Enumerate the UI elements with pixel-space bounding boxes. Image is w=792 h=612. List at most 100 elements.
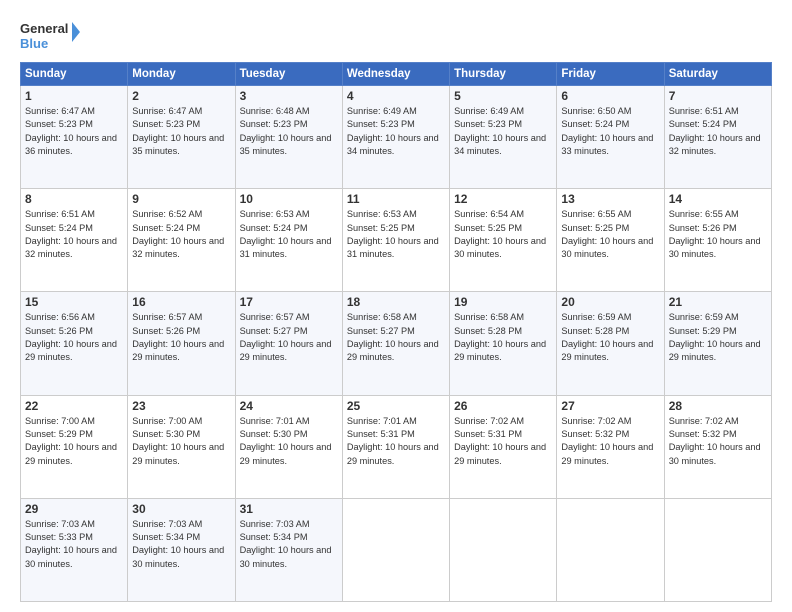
- day-number: 25: [347, 399, 445, 413]
- calendar-cell: 4Sunrise: 6:49 AMSunset: 5:23 PMDaylight…: [342, 86, 449, 189]
- day-info: Sunrise: 7:03 AMSunset: 5:34 PMDaylight:…: [240, 519, 332, 569]
- calendar-cell: 30 Sunrise: 7:03 AMSunset: 5:34 PMDayligh…: [128, 498, 235, 601]
- calendar-cell: 6 Sunrise: 6:50 AMSunset: 5:24 PMDaylight…: [557, 86, 664, 189]
- calendar-cell: 16 Sunrise: 6:57 AMSunset: 5:26 PMDayligh…: [128, 292, 235, 395]
- day-info: Sunrise: 6:59 AMSunset: 5:29 PMDaylight:…: [669, 312, 761, 362]
- calendar-table: SundayMondayTuesdayWednesdayThursdayFrid…: [20, 62, 772, 602]
- day-info: Sunrise: 7:01 AMSunset: 5:30 PMDaylight:…: [240, 416, 332, 466]
- calendar-cell: [342, 498, 449, 601]
- day-number: 16: [132, 295, 230, 309]
- day-info: Sunrise: 6:47 AMSunset: 5:23 PMDaylight:…: [25, 106, 117, 156]
- generalblue-logo-icon: General Blue: [20, 18, 80, 54]
- day-number: 26: [454, 399, 552, 413]
- calendar-cell: 24 Sunrise: 7:01 AMSunset: 5:30 PMDayligh…: [235, 395, 342, 498]
- day-info: Sunrise: 6:58 AMSunset: 5:28 PMDaylight:…: [454, 312, 546, 362]
- calendar-cell: 22 Sunrise: 7:00 AMSunset: 5:29 PMDayligh…: [21, 395, 128, 498]
- day-number: 4: [347, 89, 445, 103]
- calendar-cell: 26 Sunrise: 7:02 AMSunset: 5:31 PMDayligh…: [450, 395, 557, 498]
- day-number: 2: [132, 89, 230, 103]
- day-info: Sunrise: 6:56 AMSunset: 5:26 PMDaylight:…: [25, 312, 117, 362]
- day-number: 22: [25, 399, 123, 413]
- day-number: 24: [240, 399, 338, 413]
- day-info: Sunrise: 7:03 AMSunset: 5:33 PMDaylight:…: [25, 519, 117, 569]
- calendar-cell: 28 Sunrise: 7:02 AMSunset: 5:32 PMDayligh…: [664, 395, 771, 498]
- calendar-cell: 9 Sunrise: 6:52 AMSunset: 5:24 PMDaylight…: [128, 189, 235, 292]
- calendar-week-1: 1 Sunrise: 6:47 AMSunset: 5:23 PMDaylight…: [21, 86, 772, 189]
- calendar-cell: 23 Sunrise: 7:00 AMSunset: 5:30 PMDayligh…: [128, 395, 235, 498]
- day-number: 10: [240, 192, 338, 206]
- day-info: Sunrise: 7:03 AMSunset: 5:34 PMDaylight:…: [132, 519, 224, 569]
- day-info: Sunrise: 6:51 AMSunset: 5:24 PMDaylight:…: [669, 106, 761, 156]
- day-number: 13: [561, 192, 659, 206]
- day-number: 1: [25, 89, 123, 103]
- calendar-cell: 3 Sunrise: 6:48 AMSunset: 5:23 PMDaylight…: [235, 86, 342, 189]
- calendar-cell: 15 Sunrise: 6:56 AMSunset: 5:26 PMDayligh…: [21, 292, 128, 395]
- day-info: Sunrise: 7:01 AMSunset: 5:31 PMDaylight:…: [347, 416, 439, 466]
- day-info: Sunrise: 6:51 AMSunset: 5:24 PMDaylight:…: [25, 209, 117, 259]
- calendar-cell: 12Sunrise: 6:54 AMSunset: 5:25 PMDayligh…: [450, 189, 557, 292]
- day-number: 17: [240, 295, 338, 309]
- day-info: Sunrise: 6:57 AMSunset: 5:26 PMDaylight:…: [132, 312, 224, 362]
- day-info: Sunrise: 6:50 AMSunset: 5:24 PMDaylight:…: [561, 106, 653, 156]
- day-info: Sunrise: 6:52 AMSunset: 5:24 PMDaylight:…: [132, 209, 224, 259]
- calendar-week-3: 15 Sunrise: 6:56 AMSunset: 5:26 PMDayligh…: [21, 292, 772, 395]
- day-number: 23: [132, 399, 230, 413]
- calendar-cell: 5 Sunrise: 6:49 AMSunset: 5:23 PMDaylight…: [450, 86, 557, 189]
- day-info: Sunrise: 6:58 AMSunset: 5:27 PMDaylight:…: [347, 312, 439, 362]
- calendar-cell: 18 Sunrise: 6:58 AMSunset: 5:27 PMDayligh…: [342, 292, 449, 395]
- day-number: 15: [25, 295, 123, 309]
- day-info: Sunrise: 7:02 AMSunset: 5:32 PMDaylight:…: [669, 416, 761, 466]
- weekday-header-monday: Monday: [128, 63, 235, 86]
- day-number: 3: [240, 89, 338, 103]
- day-number: 19: [454, 295, 552, 309]
- day-number: 29: [25, 502, 123, 516]
- calendar-cell: 27 Sunrise: 7:02 AMSunset: 5:32 PMDayligh…: [557, 395, 664, 498]
- day-number: 6: [561, 89, 659, 103]
- calendar-week-5: 29 Sunrise: 7:03 AMSunset: 5:33 PMDayligh…: [21, 498, 772, 601]
- day-number: 31: [240, 502, 338, 516]
- day-number: 30: [132, 502, 230, 516]
- weekday-header-thursday: Thursday: [450, 63, 557, 86]
- calendar-cell: 31 Sunrise: 7:03 AMSunset: 5:34 PMDayligh…: [235, 498, 342, 601]
- calendar-cell: 14Sunrise: 6:55 AMSunset: 5:26 PMDayligh…: [664, 189, 771, 292]
- calendar-cell: 1 Sunrise: 6:47 AMSunset: 5:23 PMDaylight…: [21, 86, 128, 189]
- weekday-header-saturday: Saturday: [664, 63, 771, 86]
- day-info: Sunrise: 7:00 AMSunset: 5:29 PMDaylight:…: [25, 416, 117, 466]
- logo: General Blue: [20, 18, 80, 54]
- day-info: Sunrise: 6:57 AMSunset: 5:27 PMDaylight:…: [240, 312, 332, 362]
- calendar-cell: 2 Sunrise: 6:47 AMSunset: 5:23 PMDaylight…: [128, 86, 235, 189]
- day-info: Sunrise: 6:53 AMSunset: 5:24 PMDaylight:…: [240, 209, 332, 259]
- weekday-header-tuesday: Tuesday: [235, 63, 342, 86]
- calendar-cell: 17 Sunrise: 6:57 AMSunset: 5:27 PMDayligh…: [235, 292, 342, 395]
- day-number: 11: [347, 192, 445, 206]
- calendar-cell: 8Sunrise: 6:51 AMSunset: 5:24 PMDaylight…: [21, 189, 128, 292]
- svg-text:Blue: Blue: [20, 36, 48, 51]
- calendar-cell: 29 Sunrise: 7:03 AMSunset: 5:33 PMDayligh…: [21, 498, 128, 601]
- calendar-cell: 20Sunrise: 6:59 AMSunset: 5:28 PMDayligh…: [557, 292, 664, 395]
- calendar-cell: 13Sunrise: 6:55 AMSunset: 5:25 PMDayligh…: [557, 189, 664, 292]
- top-header: General Blue: [20, 18, 772, 54]
- day-info: Sunrise: 7:02 AMSunset: 5:32 PMDaylight:…: [561, 416, 653, 466]
- weekday-header-row: SundayMondayTuesdayWednesdayThursdayFrid…: [21, 63, 772, 86]
- calendar-week-2: 8Sunrise: 6:51 AMSunset: 5:24 PMDaylight…: [21, 189, 772, 292]
- svg-text:General: General: [20, 21, 68, 36]
- day-info: Sunrise: 7:00 AMSunset: 5:30 PMDaylight:…: [132, 416, 224, 466]
- day-info: Sunrise: 7:02 AMSunset: 5:31 PMDaylight:…: [454, 416, 546, 466]
- calendar-cell: 7Sunrise: 6:51 AMSunset: 5:24 PMDaylight…: [664, 86, 771, 189]
- day-number: 21: [669, 295, 767, 309]
- weekday-header-friday: Friday: [557, 63, 664, 86]
- calendar-cell: [450, 498, 557, 601]
- day-number: 20: [561, 295, 659, 309]
- day-number: 5: [454, 89, 552, 103]
- day-number: 9: [132, 192, 230, 206]
- day-info: Sunrise: 6:49 AMSunset: 5:23 PMDaylight:…: [454, 106, 546, 156]
- day-number: 27: [561, 399, 659, 413]
- day-number: 28: [669, 399, 767, 413]
- day-info: Sunrise: 6:47 AMSunset: 5:23 PMDaylight:…: [132, 106, 224, 156]
- calendar-cell: 21 Sunrise: 6:59 AMSunset: 5:29 PMDayligh…: [664, 292, 771, 395]
- calendar-cell: 10 Sunrise: 6:53 AMSunset: 5:24 PMDayligh…: [235, 189, 342, 292]
- day-info: Sunrise: 6:48 AMSunset: 5:23 PMDaylight:…: [240, 106, 332, 156]
- weekday-header-sunday: Sunday: [21, 63, 128, 86]
- day-number: 18: [347, 295, 445, 309]
- calendar-cell: [664, 498, 771, 601]
